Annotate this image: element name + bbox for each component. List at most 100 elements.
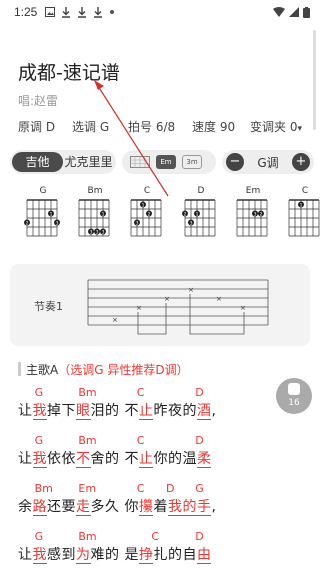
svg-text:×: × bbox=[112, 316, 118, 324]
lyric-chord-syllable: 柔 bbox=[196, 451, 212, 468]
svg-text:2: 2 bbox=[148, 212, 151, 218]
instrument-toggle: 吉他 尤克里里 bbox=[10, 150, 116, 174]
section-marker bbox=[18, 362, 21, 376]
chord-diagram[interactable]: Bm 1 3 3 3 bbox=[72, 186, 118, 244]
image-icon bbox=[45, 7, 56, 17]
lyric-text: 让我掉下眼泪的 不止昨夜的酒, bbox=[18, 400, 216, 420]
wifi-icon bbox=[273, 7, 285, 17]
svg-text:×: × bbox=[216, 295, 222, 303]
lyric-chord-syllable: 我 bbox=[32, 403, 47, 420]
lyric-chord-syllable: 攥 bbox=[138, 499, 154, 516]
lyric-chord-syllable: 由 bbox=[196, 547, 212, 564]
lyric-chord[interactable]: D bbox=[195, 434, 203, 447]
lyric-chord[interactable]: D bbox=[166, 482, 174, 495]
fretboard-icon[interactable] bbox=[130, 155, 150, 169]
lyric-chord-syllable: 我 bbox=[32, 547, 47, 564]
beat: 拍号 6/8 bbox=[128, 120, 176, 134]
lyric-chord[interactable]: D bbox=[195, 530, 203, 543]
svg-text:1: 1 bbox=[50, 212, 53, 218]
tempo: 速度 90 bbox=[192, 120, 236, 134]
lyric-line[interactable]: G Bm C D 让我依依不舍的 不止你的温柔 bbox=[18, 434, 268, 470]
lyric-segment: 让 bbox=[18, 547, 33, 563]
song-title: 成都-速记谱 bbox=[18, 62, 120, 84]
lyric-chord[interactable]: G bbox=[35, 530, 44, 543]
lyric-chord[interactable]: G bbox=[195, 482, 204, 495]
selected-key[interactable]: 选调 G bbox=[72, 118, 128, 135]
chord-name: Em bbox=[245, 186, 261, 196]
chord-grid-icon: 1 bbox=[288, 199, 320, 237]
view-3m-button[interactable]: 3m bbox=[182, 155, 202, 169]
lyric-chord[interactable]: Bm bbox=[78, 434, 96, 447]
lyric-chord-syllable: 止 bbox=[138, 403, 154, 420]
lyric-segment: 泪的 不 bbox=[90, 403, 139, 419]
lyric-chord[interactable]: Bm bbox=[78, 530, 96, 543]
chord-grid-icon: 123 bbox=[182, 199, 216, 237]
svg-text:3: 3 bbox=[190, 221, 193, 227]
scroll-indicator[interactable] bbox=[313, 30, 316, 130]
lyric-text: 余路还要走多久 你攥着我的手, bbox=[18, 496, 216, 516]
lyric-chords: G Bm C D bbox=[18, 530, 268, 544]
lyric-line[interactable]: G Bm C D 让我掉下眼泪的 不止昨夜的酒, bbox=[18, 386, 268, 422]
svg-text:2: 2 bbox=[260, 212, 263, 218]
lyric-chord-syllable: 眼 bbox=[76, 403, 91, 420]
lyric-chord-syllable: 止 bbox=[138, 451, 154, 468]
lyric-chord[interactable]: C bbox=[137, 434, 145, 447]
lyric-chord[interactable]: C bbox=[137, 482, 145, 495]
lyric-chord-syllable: 手 bbox=[196, 499, 212, 516]
instrument-ukulele[interactable]: 尤克里里 bbox=[63, 152, 114, 172]
chord-diagram-row[interactable]: G 1 2 3 Bm 1 3 3 3 C 1 2 3 D 1 2 3 Em 2 3 C 1 bbox=[0, 186, 320, 244]
lyric-chord[interactable]: C bbox=[151, 530, 159, 543]
svg-text:3: 3 bbox=[254, 212, 257, 218]
lyric-chord[interactable]: Bm bbox=[35, 482, 53, 495]
status-bar: 1:25 bbox=[0, 0, 320, 24]
download-icon bbox=[78, 6, 87, 18]
chord-view-toggle: Em 3m bbox=[122, 150, 216, 174]
lyric-chord-syllable: 路 bbox=[32, 499, 47, 516]
lyric-chord[interactable]: Bm bbox=[78, 386, 96, 399]
section-title: 主歌A（选调G 异性推荐D调） bbox=[26, 363, 189, 377]
lyric-chord[interactable]: C bbox=[137, 386, 145, 399]
lyric-chord-syllable: 不 bbox=[76, 451, 91, 468]
lyric-segment: 舍的 不 bbox=[90, 451, 139, 467]
chord-grid-icon: 1333 bbox=[78, 199, 110, 237]
key-minus-button[interactable]: − bbox=[226, 153, 244, 171]
lyric-chord[interactable]: Em bbox=[78, 482, 96, 495]
chord-grid-icon: 123 bbox=[24, 199, 60, 237]
lyric-chords: Bm Em C D G bbox=[18, 482, 268, 496]
lyric-line[interactable]: G Bm C D 让我感到为难的 是挣扎的自由 bbox=[18, 530, 268, 566]
download-icon bbox=[62, 6, 71, 18]
original-key: 原调 D bbox=[18, 120, 56, 134]
chord-diagram[interactable]: Em 2 3 bbox=[230, 186, 276, 244]
rhythm-card[interactable]: 节奏1 × × × × × × bbox=[10, 264, 310, 346]
key-plus-button[interactable]: + bbox=[292, 153, 310, 171]
lyric-segment: 让 bbox=[18, 451, 33, 467]
svg-text:3: 3 bbox=[96, 230, 99, 236]
lyric-segment: 扎的自 bbox=[153, 547, 197, 563]
lyric-segment: 多久 你 bbox=[90, 499, 139, 515]
rhythm-label: 节奏1 bbox=[34, 300, 63, 313]
view-em-button[interactable]: Em bbox=[156, 155, 176, 169]
lyric-chord[interactable]: G bbox=[35, 386, 44, 399]
chord-grid-icon: 23 bbox=[236, 199, 268, 237]
autoscroll-speed-button[interactable]: 16 bbox=[276, 378, 312, 414]
svg-text:1: 1 bbox=[142, 203, 145, 209]
lyric-chord-syllable: 酒 bbox=[196, 403, 212, 420]
instrument-guitar[interactable]: 吉他 bbox=[12, 152, 63, 172]
status-time: 1:25 bbox=[14, 5, 38, 19]
chord-name: C bbox=[301, 186, 309, 196]
lyric-chord-syllable: 走 bbox=[76, 499, 91, 516]
lyric-segment: 难的 是 bbox=[90, 547, 139, 563]
signal-icon bbox=[289, 7, 299, 17]
chord-grid-icon: 123 bbox=[130, 199, 162, 237]
lyric-line[interactable]: Bm Em C D G 余路还要走多久 你攥着我的手, bbox=[18, 482, 268, 518]
chord-diagram[interactable]: G 1 2 3 bbox=[20, 186, 66, 244]
capo-select[interactable]: 变调夹 0▾ bbox=[250, 118, 302, 135]
chord-diagram[interactable]: C1 bbox=[282, 186, 320, 244]
chord-diagram[interactable]: D 1 23 bbox=[178, 186, 224, 244]
svg-text:1: 1 bbox=[300, 203, 303, 209]
lyric-chord[interactable]: G bbox=[35, 434, 44, 447]
lyric-chord-syllable: 挣 bbox=[138, 547, 154, 564]
lyric-chord[interactable]: D bbox=[195, 386, 203, 399]
chord-diagram[interactable]: C 12 3 bbox=[124, 186, 170, 244]
lyric-segment: , bbox=[211, 499, 217, 515]
